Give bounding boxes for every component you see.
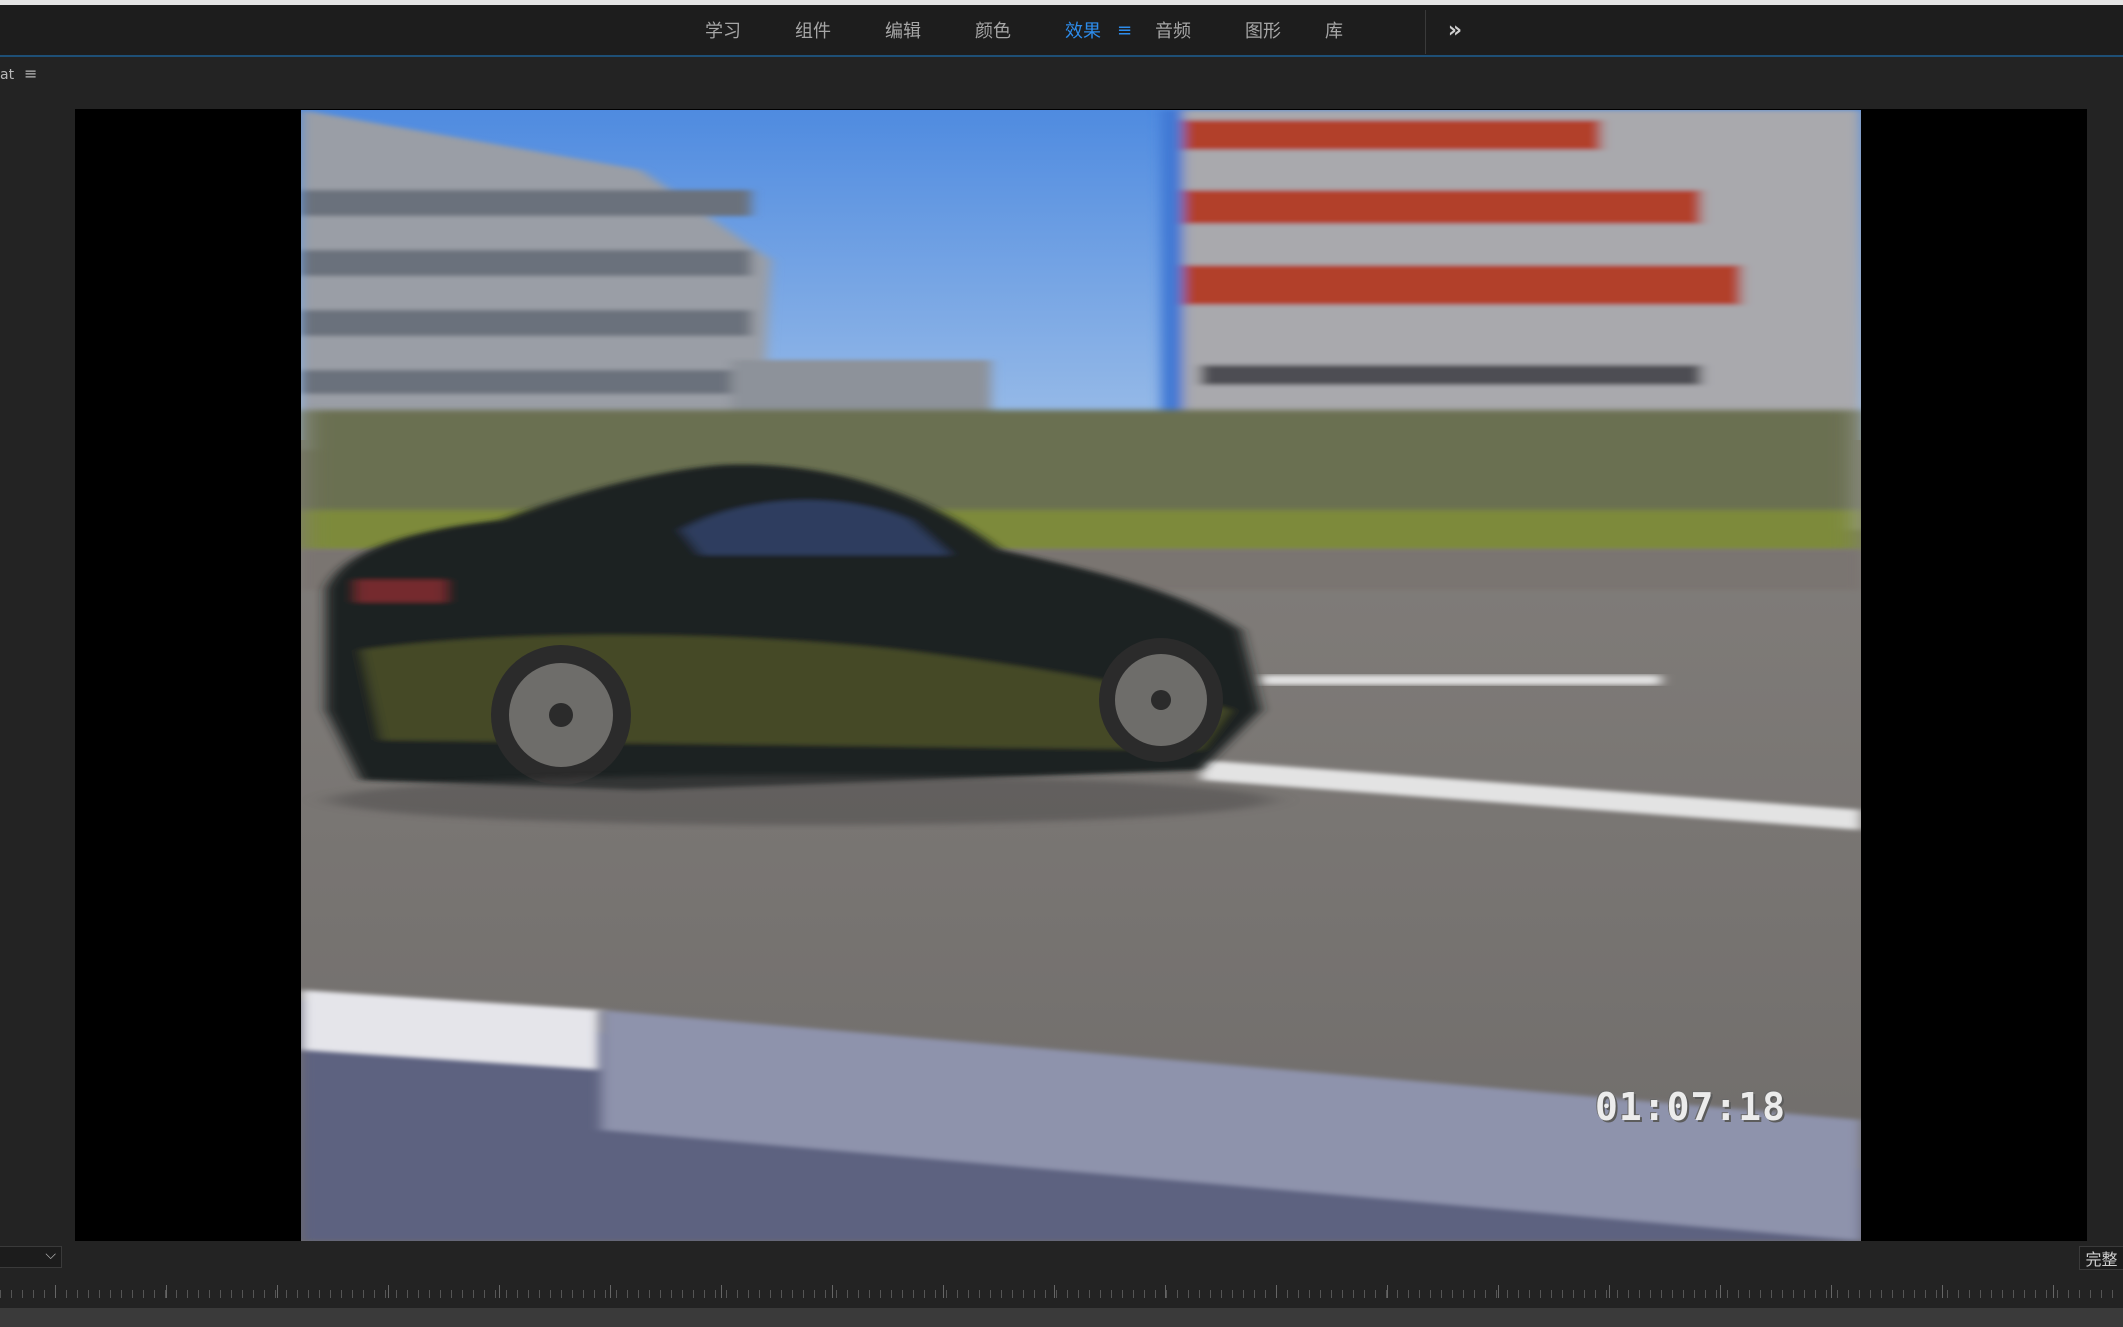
video-frame: 01:07:18: [301, 110, 1861, 1241]
tab-libraries[interactable]: 库: [1325, 5, 1385, 55]
tab-color[interactable]: 颜色: [975, 5, 1065, 55]
ruler-major-tick: [499, 1285, 500, 1298]
tab-graphics[interactable]: 图形: [1245, 5, 1325, 55]
hamburger-menu-icon[interactable]: ≡: [1117, 20, 1132, 41]
tab-assembly[interactable]: 组件: [795, 5, 885, 55]
tab-label: 库: [1325, 21, 1343, 42]
panel-title[interactable]: at: [0, 67, 14, 83]
timeline-scroll-area[interactable]: [0, 1308, 2123, 1327]
program-monitor-viewer[interactable]: 01:07:18: [75, 109, 2087, 1241]
ruler-major-tick: [943, 1285, 944, 1298]
overflow-chevron-icon[interactable]: »: [1440, 5, 1470, 55]
ruler-major-tick: [166, 1285, 167, 1298]
ruler-major-tick: [721, 1285, 722, 1298]
ruler-major-tick: [1276, 1285, 1277, 1298]
tab-label: 组件: [795, 21, 831, 42]
ruler-major-tick: [1387, 1285, 1388, 1298]
monitor-controls-bar: ⌵ 完整: [0, 1244, 2123, 1272]
ruler-major-tick: [388, 1285, 389, 1298]
ruler-major-tick: [1942, 1285, 1943, 1298]
workspace-accent-line: [0, 55, 2123, 57]
tab-label: 颜色: [975, 21, 1011, 42]
tab-label: 图形: [1245, 21, 1281, 42]
ruler-major-tick: [1054, 1285, 1055, 1298]
workspace-tabs: 学习 组件 编辑 颜色 效果 ≡ 音频 图形 库: [705, 5, 1385, 55]
ruler-major-tick: [2053, 1285, 2054, 1298]
vhs-timecode-overlay: 01:07:18: [1594, 1085, 1786, 1129]
playback-resolution-dropdown[interactable]: 完整: [2079, 1246, 2123, 1270]
tab-label: 音频: [1155, 21, 1191, 42]
ruler-major-tick: [1831, 1285, 1832, 1298]
chevron-down-icon: ⌵: [45, 1247, 56, 1263]
video-frame-image: [301, 110, 1861, 1241]
ruler-major-tick: [610, 1285, 611, 1298]
tab-label: 学习: [705, 21, 741, 42]
zoom-level-dropdown[interactable]: ⌵: [0, 1246, 62, 1268]
ruler-major-tick: [1609, 1285, 1610, 1298]
ruler-major-tick: [1498, 1285, 1499, 1298]
ruler-major-tick: [277, 1285, 278, 1298]
ruler-major-tick: [1720, 1285, 1721, 1298]
ruler-major-tick: [1165, 1285, 1166, 1298]
tab-editing[interactable]: 编辑: [885, 5, 975, 55]
tab-audio[interactable]: 音频: [1155, 5, 1245, 55]
tab-label: 编辑: [885, 21, 921, 42]
program-monitor-header: at ≡: [0, 59, 2123, 95]
ruler-major-tick: [832, 1285, 833, 1298]
tab-learn[interactable]: 学习: [705, 5, 795, 55]
playback-resolution-value: 完整: [2085, 1250, 2118, 1269]
tab-effects[interactable]: 效果 ≡: [1065, 5, 1155, 55]
ruler-major-tick: [55, 1285, 56, 1298]
time-ruler[interactable]: [0, 1280, 2123, 1308]
panel-menu-icon[interactable]: ≡: [24, 64, 37, 83]
tab-divider: [1425, 10, 1426, 54]
workspace-bar: 学习 组件 编辑 颜色 效果 ≡ 音频 图形 库 »: [0, 5, 2123, 57]
tab-label: 效果: [1065, 21, 1101, 42]
